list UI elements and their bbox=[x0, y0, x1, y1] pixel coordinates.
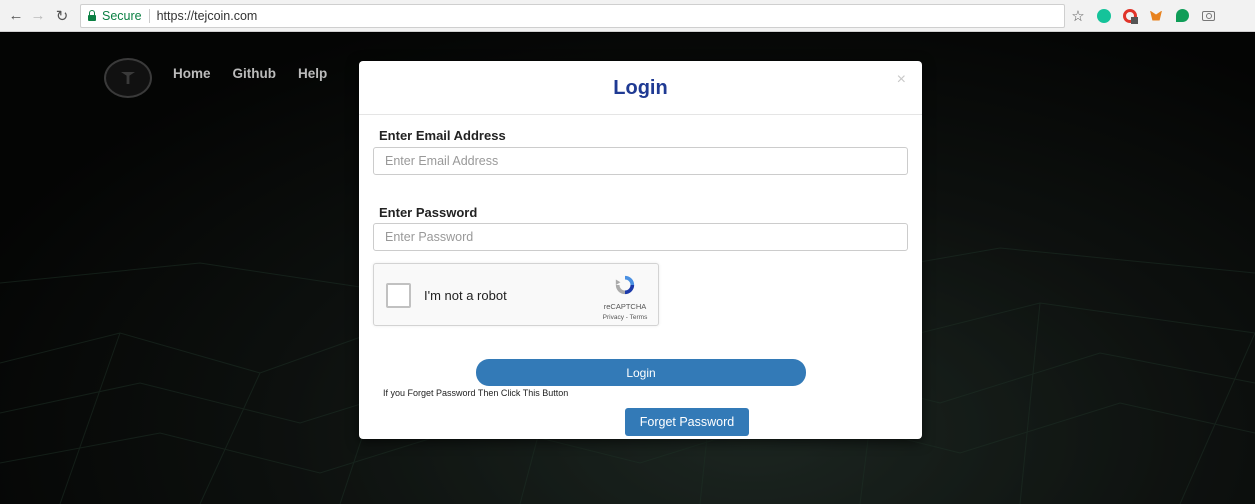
divider bbox=[148, 8, 150, 23]
email-field[interactable] bbox=[373, 147, 908, 175]
recaptcha-label: I'm not a robot bbox=[424, 288, 507, 303]
extensions-area: ☆ bbox=[1071, 8, 1215, 25]
star-icon[interactable]: ☆ bbox=[1071, 8, 1085, 25]
back-icon[interactable]: ← bbox=[6, 6, 26, 26]
email-label: Enter Email Address bbox=[379, 128, 506, 143]
url-text[interactable]: https://tejcoin.com bbox=[157, 9, 258, 23]
metamask-icon[interactable] bbox=[1149, 9, 1163, 23]
nav-help-link[interactable]: Help bbox=[298, 66, 327, 81]
login-button[interactable]: Login bbox=[476, 359, 806, 386]
forward-icon[interactable]: → bbox=[28, 6, 48, 26]
opera-vpn-icon[interactable] bbox=[1123, 8, 1138, 24]
forget-password-note: If you Forget Password Then Click This B… bbox=[383, 388, 569, 398]
recaptcha-brand: reCAPTCHA bbox=[603, 302, 647, 311]
reload-icon[interactable]: ↻ bbox=[52, 6, 72, 26]
grammarly-icon[interactable] bbox=[1097, 8, 1111, 23]
lock-icon bbox=[87, 10, 97, 21]
nav-home-link[interactable]: Home bbox=[173, 66, 211, 81]
login-modal: Login × Enter Email Address Enter Passwo… bbox=[359, 61, 922, 439]
password-label: Enter Password bbox=[379, 205, 478, 220]
modal-header: Login × bbox=[359, 61, 922, 115]
recaptcha-widget: I'm not a robot reCAPTCHA Privacy - Term… bbox=[373, 263, 659, 326]
site-logo[interactable] bbox=[104, 58, 152, 98]
recaptcha-icon bbox=[615, 275, 635, 295]
recaptcha-checkbox[interactable] bbox=[386, 283, 411, 308]
camera-icon[interactable] bbox=[1201, 9, 1215, 23]
secure-label: Secure bbox=[102, 8, 142, 23]
close-icon[interactable]: × bbox=[897, 71, 906, 89]
nav-github-link[interactable]: Github bbox=[233, 66, 277, 81]
password-field[interactable] bbox=[373, 223, 908, 251]
address-bar[interactable]: Secure https://tejcoin.com bbox=[80, 3, 1065, 28]
forget-password-button[interactable]: Forget Password bbox=[625, 408, 749, 436]
recaptcha-links[interactable]: Privacy - Terms bbox=[594, 314, 656, 321]
site-nav: Home Github Help bbox=[173, 66, 327, 81]
browser-toolbar: ← → ↻ Secure https://tejcoin.com ☆ bbox=[0, 0, 1255, 32]
hangouts-icon[interactable] bbox=[1175, 9, 1189, 23]
modal-title: Login bbox=[613, 77, 668, 99]
